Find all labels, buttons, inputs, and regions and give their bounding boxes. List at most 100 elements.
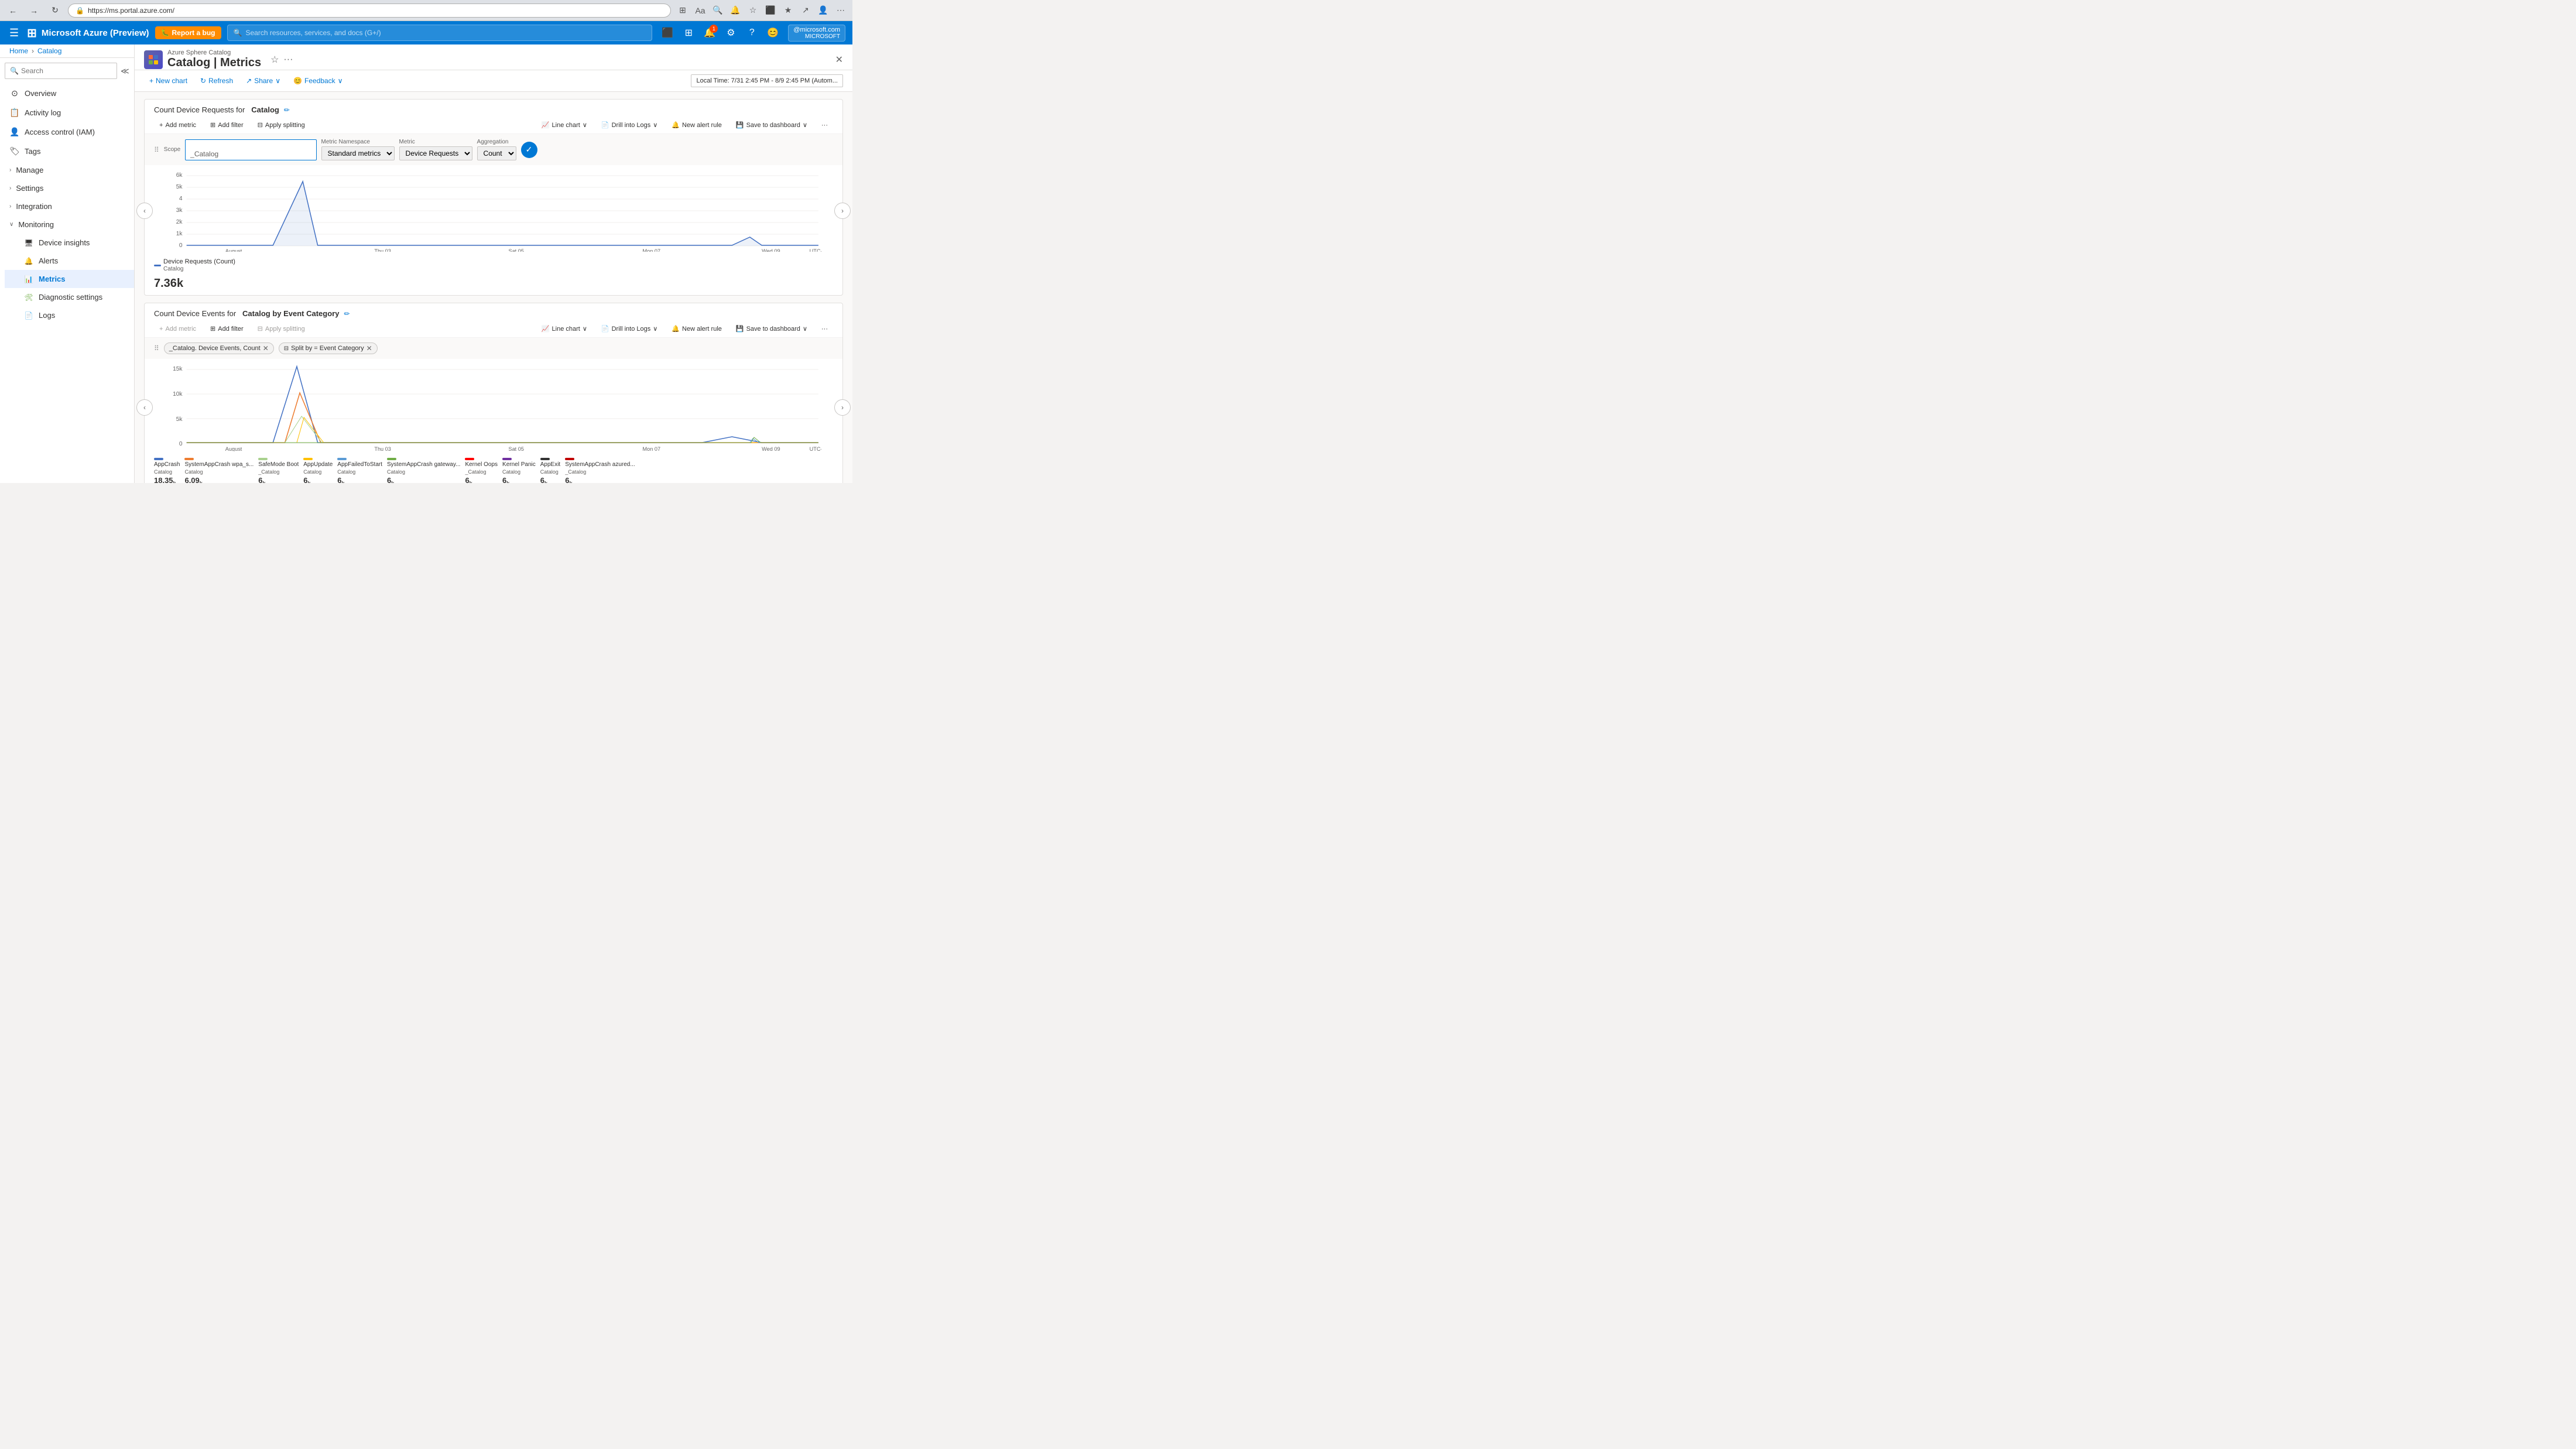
chart2-metric-pill[interactable]: _Catalog. Device Events, Count ✕ xyxy=(164,342,274,354)
activity-log-icon: 📋 xyxy=(9,108,20,118)
sidebar-item-integration[interactable]: › Integration xyxy=(0,197,134,215)
refresh-button[interactable]: ↻ Refresh xyxy=(195,74,238,88)
sidebar-item-iam[interactable]: 👤 Access control (IAM) xyxy=(0,122,134,142)
chart1-confirm-button[interactable]: ✓ xyxy=(521,142,537,158)
help-icon[interactable]: ? xyxy=(742,23,761,42)
chart2-drag-handle[interactable]: ⠿ xyxy=(154,344,159,352)
browser-zoom-icon[interactable]: 🔍 xyxy=(711,4,725,18)
chart1-metric-select[interactable]: Device Requests xyxy=(399,146,472,160)
metric-pill-close[interactable]: ✕ xyxy=(263,344,269,352)
chart1-line-chart-button[interactable]: 📈 Line chart ∨ xyxy=(536,119,592,131)
chart2-save-dashboard-button[interactable]: 💾 Save to dashboard ∨ xyxy=(731,323,813,335)
drag-handle-icon[interactable]: ⠿ xyxy=(154,146,159,154)
global-search-bar[interactable]: 🔍 xyxy=(227,25,653,41)
browser-sidebar-icon[interactable]: ⬛ xyxy=(763,4,777,18)
global-search-input[interactable] xyxy=(245,29,646,37)
bug-icon: 🐛 xyxy=(161,29,170,37)
tags-icon: 🏷 xyxy=(9,146,20,156)
sidebar-item-monitoring[interactable]: ∨ Monitoring xyxy=(0,215,134,234)
sidebar-item-diagnostic-settings[interactable]: 🛠 Diagnostic settings xyxy=(5,288,134,306)
chart1-more-button[interactable]: ··· xyxy=(816,119,833,131)
more-options-button[interactable]: ··· xyxy=(283,54,293,65)
chart2-more-button[interactable]: ··· xyxy=(816,323,833,335)
feedback-nav-icon[interactable]: 😊 xyxy=(763,23,782,42)
chart2-new-alert-button[interactable]: 🔔 New alert rule xyxy=(666,323,727,335)
chart1-edit-icon[interactable]: ✏ xyxy=(284,106,290,114)
report-bug-button[interactable]: 🐛 Report a bug xyxy=(155,26,221,39)
chart1-scope-input[interactable]: _Catalog xyxy=(185,139,316,160)
share-button[interactable]: ↗ Share ∨ xyxy=(241,74,286,88)
feedback-button[interactable]: 😊 Feedback ∨ xyxy=(288,74,348,88)
cloud-shell-icon[interactable]: ⬛ xyxy=(658,23,677,42)
back-button[interactable]: ← xyxy=(5,2,21,19)
chart1-save-dashboard-button[interactable]: 💾 Save to dashboard ∨ xyxy=(731,119,813,131)
chart1-new-alert-button[interactable]: 🔔 New alert rule xyxy=(666,119,727,131)
chart2-drill-logs-button[interactable]: 📄 Drill into Logs ∨ xyxy=(596,323,663,335)
time-range-button[interactable]: Local Time: 7/31 2:45 PM - 8/9 2:45 PM (… xyxy=(691,74,843,87)
browser-share-icon[interactable]: ↗ xyxy=(799,4,813,18)
sidebar-collapse-button[interactable]: ≪ xyxy=(119,65,131,77)
chart2-nav-left[interactable]: ‹ xyxy=(136,399,153,416)
azure-topnav: ☰ ⊞ Microsoft Azure (Preview) 🐛 Report a… xyxy=(0,21,852,44)
sidebar-item-tags[interactable]: 🏷 Tags xyxy=(0,142,134,161)
chart2-add-metric-button[interactable]: + Add metric xyxy=(154,323,201,335)
sidebar-item-manage[interactable]: › Manage xyxy=(0,161,134,179)
address-bar[interactable]: 🔒 https://ms.portal.azure.com/ xyxy=(68,4,671,18)
chart1-drill-logs-button[interactable]: 📄 Drill into Logs ∨ xyxy=(596,119,663,131)
browser-bookmark-icon[interactable]: ☆ xyxy=(746,4,760,18)
chart2-save-icon: 💾 xyxy=(736,325,744,333)
breadcrumb-catalog[interactable]: Catalog xyxy=(37,47,61,55)
sidebar-item-alerts[interactable]: 🔔 Alerts xyxy=(5,252,134,270)
browser-icons: ⊞ Aa 🔍 🔔 ☆ ⬛ ★ ↗ 👤 ⋯ xyxy=(676,4,848,18)
svg-text:Wed 09: Wed 09 xyxy=(762,248,780,252)
settings-icon[interactable]: ⚙ xyxy=(721,23,740,42)
page-close-button[interactable]: ✕ xyxy=(835,54,843,66)
favorite-button[interactable]: ☆ xyxy=(270,54,279,66)
chart1-add-metric-button[interactable]: + Add metric xyxy=(154,119,201,131)
content-area: Azure Sphere Catalog Catalog | Metrics ☆… xyxy=(135,44,852,483)
browser-read-icon[interactable]: Aa xyxy=(693,4,707,18)
chart1-big-value: 7.36k xyxy=(154,277,183,290)
breadcrumb-home[interactable]: Home xyxy=(9,47,28,55)
chart2-add-filter-button[interactable]: ⊞ Add filter xyxy=(205,323,249,335)
main-layout: Home › Catalog 🔍 ≪ ⊙ Overview 📋 Activity… xyxy=(0,44,852,483)
chart2-line-chart-button[interactable]: 📈 Line chart ∨ xyxy=(536,323,592,335)
sidebar-item-device-insights[interactable]: 🖥 Device insights xyxy=(5,234,134,252)
diagnostic-icon: 🛠 xyxy=(23,293,34,302)
chart1-namespace-select[interactable]: Standard metrics xyxy=(321,146,395,160)
chart1-aggregation-select[interactable]: Count xyxy=(477,146,516,160)
refresh-browser-button[interactable]: ↻ xyxy=(47,2,63,19)
chart2-edit-icon[interactable]: ✏ xyxy=(344,310,350,318)
portal-menu-icon[interactable]: ⊞ xyxy=(679,23,698,42)
sidebar-item-activity-log[interactable]: 📋 Activity log xyxy=(0,103,134,122)
settings-expand-icon: › xyxy=(9,185,11,191)
sidebar-item-overview[interactable]: ⊙ Overview xyxy=(0,84,134,103)
chart1-nav-left[interactable]: ‹ xyxy=(136,203,153,219)
chart1-apply-splitting-button[interactable]: ⊟ Apply splitting xyxy=(252,119,310,131)
browser-accounts-icon[interactable]: 👤 xyxy=(816,4,830,18)
chart2-split-pill[interactable]: ⊟ Split by = Event Category ✕ xyxy=(279,342,378,354)
forward-button[interactable]: → xyxy=(26,2,42,19)
sidebar-item-logs[interactable]: 📄 Logs xyxy=(5,306,134,324)
user-profile[interactable]: @microsoft.com MICROSOFT xyxy=(788,25,845,42)
sidebar-search-box[interactable]: 🔍 xyxy=(5,63,117,79)
svg-text:Sat 05: Sat 05 xyxy=(508,446,523,451)
browser-menu-icon[interactable]: ⋯ xyxy=(834,4,848,18)
chart2-apply-splitting-button[interactable]: ⊟ Apply splitting xyxy=(252,323,310,335)
browser-notif-icon[interactable]: 🔔 xyxy=(728,4,742,18)
legend-color-2 xyxy=(258,458,268,460)
sidebar-item-settings[interactable]: › Settings xyxy=(0,179,134,197)
sidebar-item-metrics[interactable]: 📊 Metrics xyxy=(5,270,134,288)
new-chart-button[interactable]: + New chart xyxy=(144,74,193,88)
browser-grid-icon[interactable]: ⊞ xyxy=(676,4,690,18)
chart1-value-display: 7.36k xyxy=(145,277,842,295)
chart2-nav-right[interactable]: › xyxy=(834,399,851,416)
browser-fav-icon[interactable]: ★ xyxy=(781,4,795,18)
split-pill-close[interactable]: ✕ xyxy=(366,344,372,352)
hamburger-menu[interactable]: ☰ xyxy=(7,25,21,42)
sidebar-search-input[interactable] xyxy=(21,67,112,75)
notifications-icon[interactable]: 🔔 1 xyxy=(700,23,719,42)
chart1-add-filter-button[interactable]: ⊞ Add filter xyxy=(205,119,249,131)
chart1-nav-right[interactable]: › xyxy=(834,203,851,219)
chart2-container: ‹ 15k 10k 5k 0 xyxy=(145,359,842,455)
